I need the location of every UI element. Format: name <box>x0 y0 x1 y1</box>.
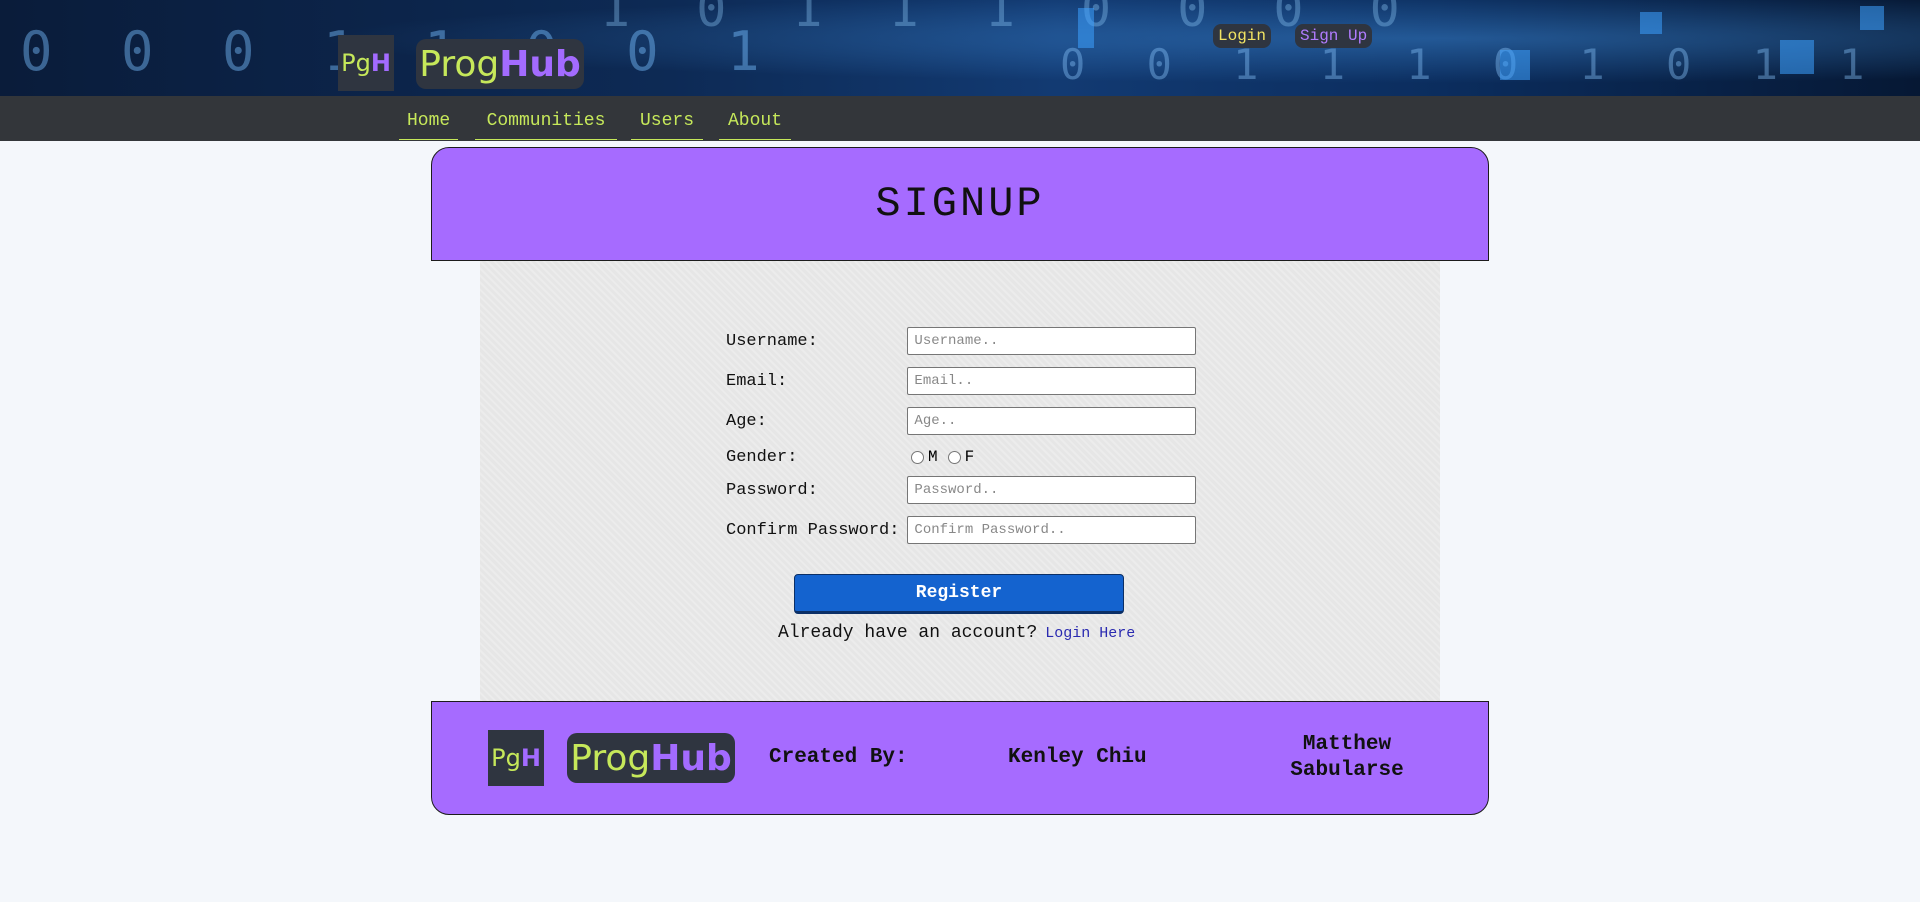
confirm-password-row: Confirm Password: <box>726 516 1196 544</box>
header-banner: 0 0 0 1 1 0 0 1 1 0 1 1 1 0 0 0 0 0 0 1 … <box>0 0 1920 96</box>
nav-item-home[interactable]: Home <box>399 109 458 140</box>
nav-item-users[interactable]: Users <box>631 109 703 140</box>
header-signup-link[interactable]: Sign Up <box>1295 24 1373 48</box>
already-have-account-text: Already have an account? <box>778 623 1038 643</box>
age-label: Age: <box>726 411 767 431</box>
register-button[interactable]: Register <box>794 574 1124 614</box>
main-nav: Home Communities Users About <box>0 96 1920 141</box>
logo-word-right: Hub <box>499 43 581 85</box>
password-label: Password: <box>726 480 818 500</box>
banner-decor <box>1780 40 1814 74</box>
nav-item-communities[interactable]: Communities <box>475 109 617 140</box>
footer-logo-mark-left: Pg <box>491 744 521 772</box>
signup-title-card: SIGNUP <box>431 147 1489 261</box>
banner-decor <box>1500 50 1530 80</box>
gender-radio-m[interactable] <box>911 450 924 464</box>
username-label: Username: <box>726 331 818 351</box>
banner-decor <box>1860 6 1884 30</box>
logo-mark[interactable]: Pg H <box>338 35 394 91</box>
banner-decor <box>1078 8 1094 48</box>
age-row: Age: <box>726 407 1196 435</box>
login-here-link[interactable]: Login Here <box>1045 625 1135 642</box>
gender-radio-f[interactable] <box>947 450 961 464</box>
author-kenley: Kenley Chiu <box>1008 746 1147 769</box>
login-prompt: Already have an account? Login Here <box>778 623 1135 643</box>
password-input[interactable] <box>907 476 1196 504</box>
footer-logo-word-left: Prog <box>570 737 651 779</box>
email-label: Email: <box>726 371 788 391</box>
author-matthew: Matthew Sabularse <box>1290 733 1404 782</box>
footer-logo-word-right: Hub <box>650 737 732 779</box>
gender-option-f: F <box>964 448 975 466</box>
gender-radio-group: M F <box>911 448 984 466</box>
gender-label: Gender: <box>726 447 798 467</box>
gender-row: Gender: M F <box>726 447 1196 467</box>
logo-wordmark[interactable]: Prog Hub <box>416 39 584 89</box>
password-row: Password: <box>726 476 1196 504</box>
banner-decor <box>1640 12 1662 34</box>
gender-option-m: M <box>928 448 938 466</box>
confirm-password-label: Confirm Password: <box>726 520 900 540</box>
footer-logo-wordmark: Prog Hub <box>567 733 735 783</box>
header-login-link[interactable]: Login <box>1213 24 1272 48</box>
username-input[interactable] <box>907 327 1196 355</box>
username-row: Username: <box>726 327 1196 355</box>
footer-logo-mark-right: H <box>520 744 541 772</box>
nav-item-about[interactable]: About <box>719 109 791 140</box>
logo-mark-right: H <box>370 49 391 77</box>
footer-logo-mark: Pg H <box>488 730 544 786</box>
logo-word-left: Prog <box>419 43 500 85</box>
footer: Pg H Prog Hub Created By: Kenley Chiu Matt… <box>431 701 1489 815</box>
confirm-password-input[interactable] <box>907 516 1196 544</box>
page-title: SIGNUP <box>875 180 1045 228</box>
age-input[interactable] <box>907 407 1196 435</box>
created-by-label: Created By: <box>769 746 908 769</box>
logo-mark-left: Pg <box>341 49 371 77</box>
email-row: Email: <box>726 367 1196 395</box>
email-input[interactable] <box>907 367 1196 395</box>
